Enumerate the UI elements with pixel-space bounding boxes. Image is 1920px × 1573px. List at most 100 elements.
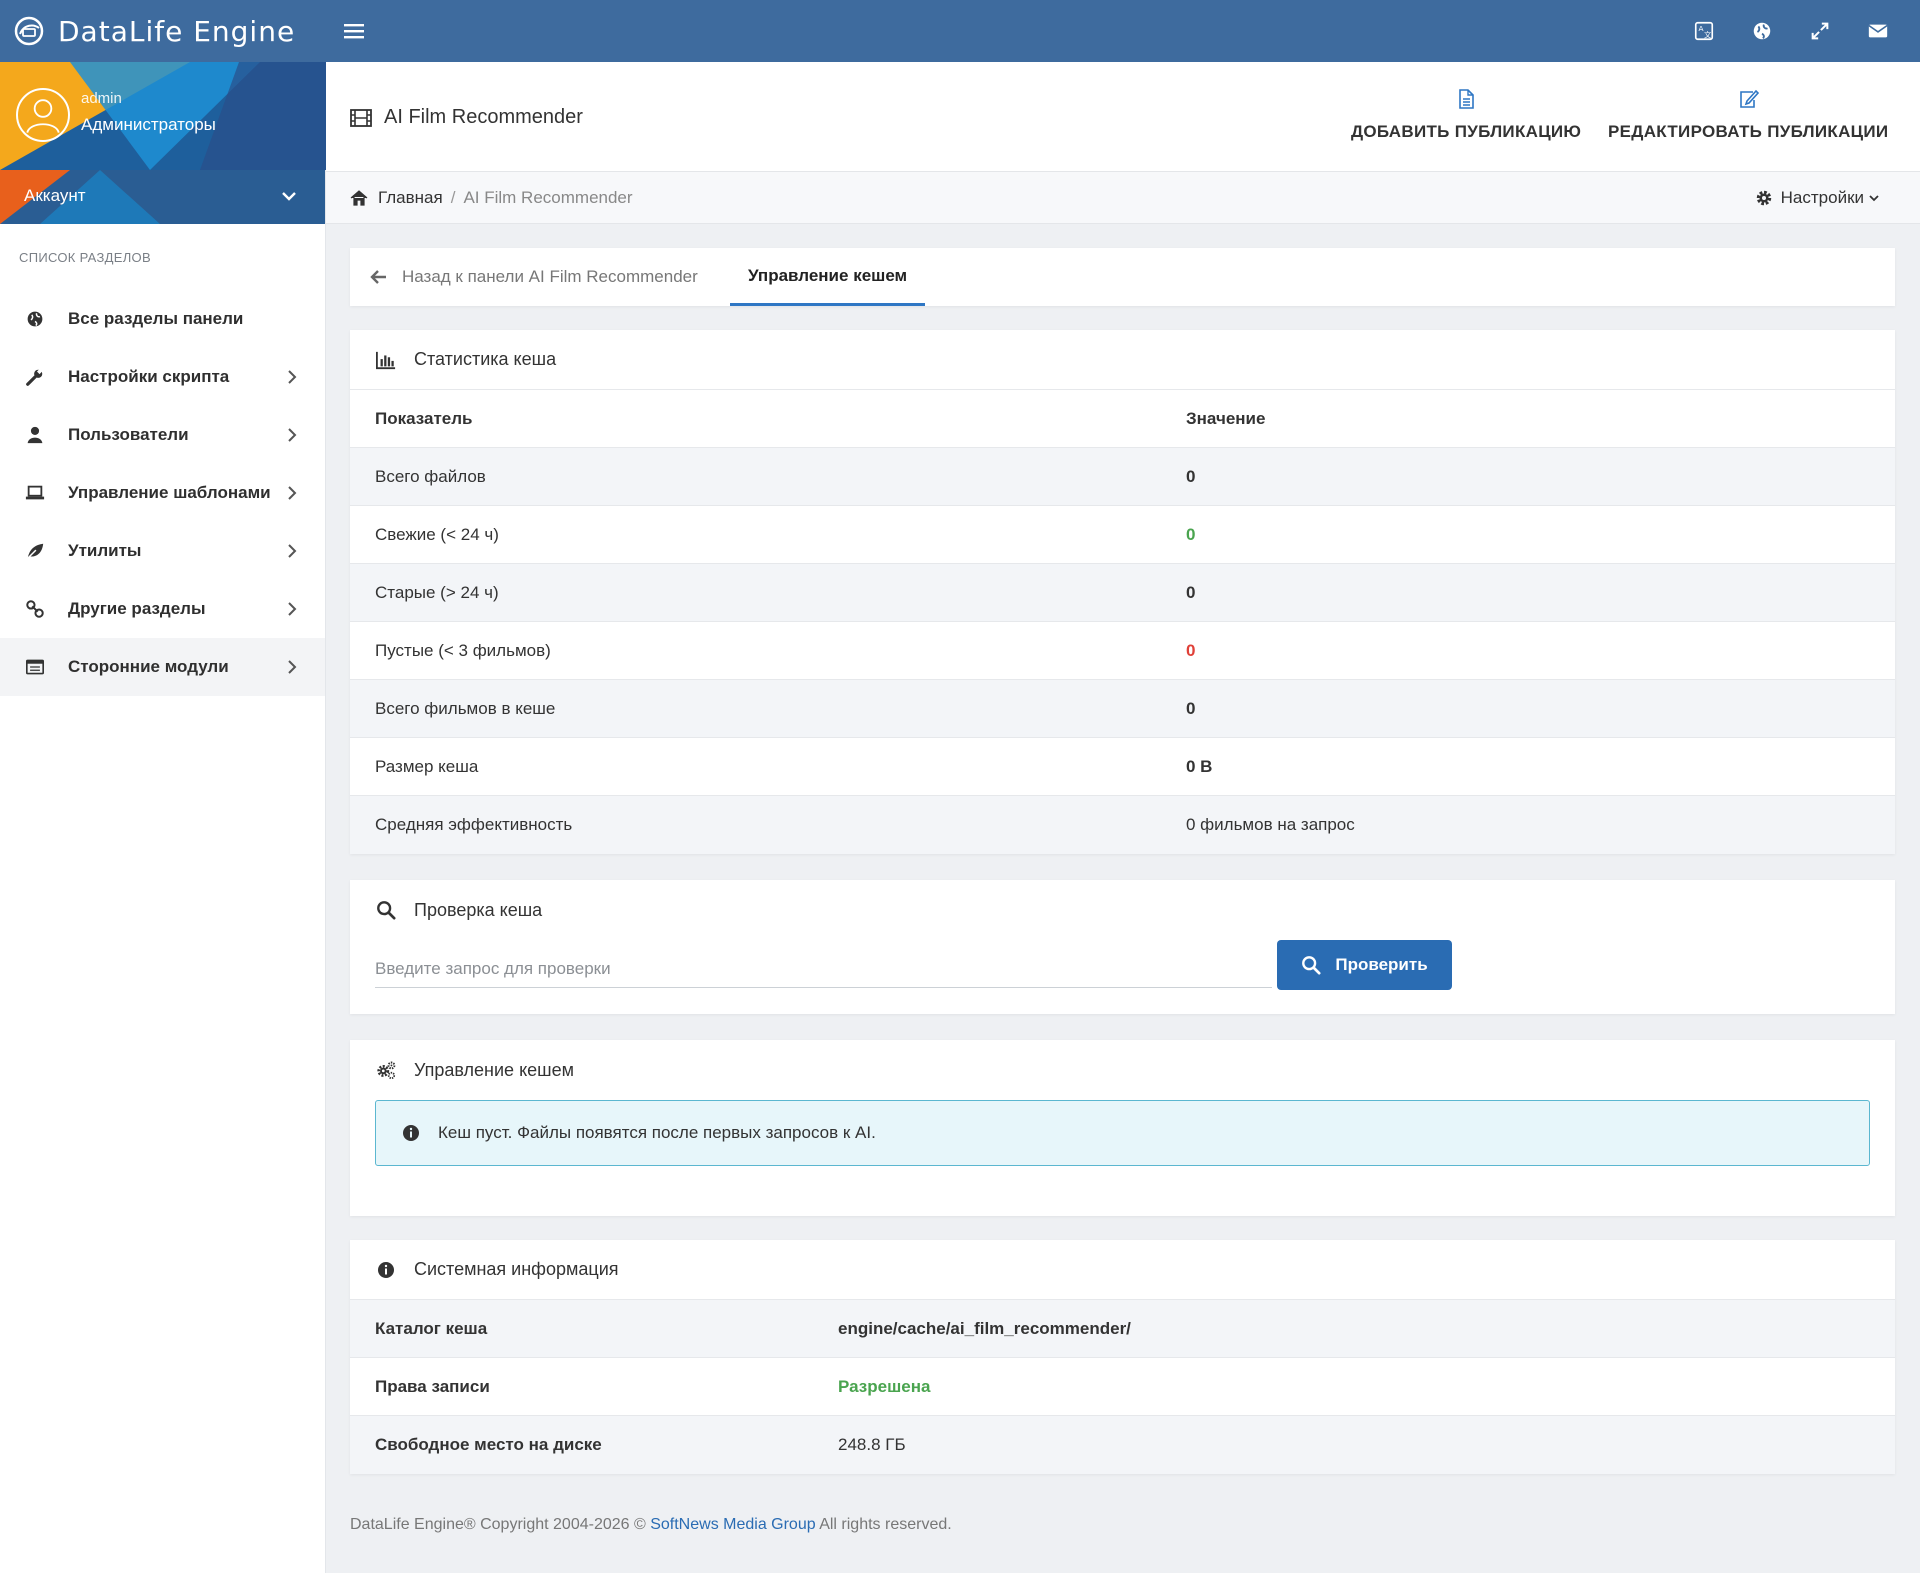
brand[interactable]: DataLife Engine — [14, 0, 324, 62]
cache-management-panel: Управление кешем Кеш пуст. Файлы появятс… — [350, 1040, 1895, 1216]
sidebar-item-script-settings[interactable]: Настройки скрипта — [0, 348, 325, 406]
info-icon — [374, 1259, 398, 1281]
sidebar-item-label: Утилиты — [68, 541, 142, 560]
row-label: Средняя эффективность — [375, 815, 573, 834]
avatar[interactable] — [16, 88, 70, 142]
settings-label: Настройки — [1780, 188, 1864, 207]
table-row: Права записи Разрешена — [350, 1358, 1895, 1416]
column-header-indicator: Показатель — [375, 409, 473, 428]
panel-header: Проверка кеша — [350, 880, 1895, 940]
envelope-icon[interactable] — [1866, 19, 1890, 43]
breadcrumb: Главная / AI Film Recommender — [350, 188, 633, 208]
sidebar-item-label: Другие разделы — [68, 599, 206, 618]
row-value: 0 — [1186, 525, 1196, 544]
row-label: Всего файлов — [375, 467, 486, 486]
row-value: Разрешена — [838, 1377, 931, 1396]
sidebar-item-utilities[interactable]: Утилиты — [0, 522, 325, 580]
row-value: 0 фильмов на запрос — [1186, 815, 1355, 834]
laptop-icon — [24, 482, 46, 504]
cache-check-panel: Проверка кеша Проверить — [350, 880, 1895, 1014]
brand-name: DataLife Engine — [58, 14, 296, 48]
table-row: Размер кеша 0 B — [350, 738, 1895, 796]
check-button[interactable]: Проверить — [1277, 940, 1452, 990]
page-title-text: AI Film Recommender — [384, 106, 583, 128]
sidebar-item-third-party-modules[interactable]: Сторонние модули — [0, 638, 325, 696]
row-value: 0 — [1186, 467, 1196, 486]
search-icon — [1302, 956, 1321, 975]
user-profile: admin Администраторы — [0, 62, 326, 170]
gear-icon — [1756, 190, 1771, 206]
row-label: Свежие (< 24 ч) — [375, 525, 499, 544]
settings-dropdown[interactable]: Настройки — [1755, 188, 1880, 208]
table-row: Свежие (< 24 ч) 0 — [350, 506, 1895, 564]
top-bar: DataLife Engine A文 — [0, 0, 1920, 62]
panel-title: Статистика кеша — [414, 349, 557, 369]
page-title: AI Film Recommender — [350, 106, 583, 129]
row-label: Размер кеша — [375, 757, 479, 776]
menu-toggle-icon[interactable] — [342, 19, 366, 43]
info-alert: Кеш пуст. Файлы появятся после первых за… — [375, 1100, 1870, 1166]
table-row: Всего фильмов в кеше 0 — [350, 680, 1895, 738]
chevron-right-icon — [288, 428, 297, 442]
edit-icon — [1740, 89, 1760, 108]
tabs: Назад к панели AI Film Recommender Управ… — [350, 248, 1895, 306]
logo-icon — [14, 16, 44, 46]
tab-cache-management[interactable]: Управление кешем — [730, 248, 926, 306]
row-label: Пустые (< 3 фильмов) — [375, 641, 551, 660]
add-publication-button[interactable]: ДОБАВИТЬ ПУБЛИКАЦИЮ — [1351, 88, 1581, 142]
sidebar: admin Администраторы Аккаунт Список разд… — [0, 62, 326, 1573]
cache-query-input[interactable] — [375, 950, 1272, 988]
breadcrumb-bar: Главная / AI Film Recommender Настройки — [326, 172, 1920, 224]
link-icon — [24, 598, 46, 620]
tab-current-label: Управление кешем — [748, 265, 908, 285]
row-label: Старые (> 24 ч) — [375, 583, 499, 602]
sidebar-item-other-sections[interactable]: Другие разделы — [0, 580, 325, 638]
wrench-icon — [24, 366, 46, 388]
sidebar-item-label: Управление шаблонами — [68, 483, 271, 502]
bar-chart-icon — [374, 349, 398, 371]
row-value: 0 B — [1186, 757, 1213, 776]
breadcrumb-current: AI Film Recommender — [463, 188, 633, 207]
tab-back[interactable]: Назад к панели AI Film Recommender — [370, 248, 698, 306]
table-row: Всего файлов 0 — [350, 448, 1895, 506]
user-name: admin — [81, 90, 122, 107]
row-value: 0 — [1186, 699, 1196, 718]
sidebar-item-label: Сторонние модули — [68, 657, 229, 676]
sidebar-item-all-sections[interactable]: Все разделы панели — [0, 290, 325, 348]
table-row: Пустые (< 3 фильмов) 0 — [350, 622, 1895, 680]
language-icon[interactable]: A文 — [1692, 19, 1716, 43]
row-label: Всего фильмов в кеше — [375, 699, 556, 718]
table-header: Показатель Значение — [350, 390, 1895, 448]
search-icon — [374, 899, 398, 921]
footer-copyright: DataLife Engine® Copyright 2004-2026 © — [350, 1516, 646, 1533]
chevron-right-icon — [288, 370, 297, 384]
footer-rights: All rights reserved. — [819, 1516, 952, 1533]
list-icon — [24, 656, 46, 678]
sidebar-item-templates[interactable]: Управление шаблонами — [0, 464, 325, 522]
edit-publications-button[interactable]: РЕДАКТИРОВАТЬ ПУБЛИКАЦИИ — [1608, 88, 1888, 142]
system-info-panel: Системная информация Каталог кеша engine… — [350, 1240, 1895, 1474]
panel-header: Статистика кеша — [350, 330, 1895, 390]
svg-text:文: 文 — [1704, 30, 1712, 39]
footer-link[interactable]: SoftNews Media Group — [650, 1516, 815, 1533]
row-value: engine/cache/ai_film_recommender/ — [838, 1319, 1131, 1338]
chevron-right-icon — [288, 544, 297, 558]
globe-icon[interactable] — [1750, 19, 1774, 43]
arrow-left-icon — [370, 270, 386, 284]
chevron-down-icon — [1869, 195, 1879, 202]
panel-header: Управление кешем — [350, 1040, 1895, 1100]
row-label: Права записи — [375, 1377, 490, 1396]
breadcrumb-home[interactable]: Главная — [378, 188, 443, 208]
add-publication-label: ДОБАВИТЬ ПУБЛИКАЦИЮ — [1351, 122, 1582, 141]
home-icon — [350, 190, 368, 206]
panel-title: Проверка кеша — [414, 899, 543, 920]
sidebar-item-users[interactable]: Пользователи — [0, 406, 325, 464]
sidebar-item-label: Пользователи — [68, 425, 189, 444]
table-row: Свободное место на диске 248.8 ГБ — [350, 1416, 1895, 1474]
row-value: 0 — [1186, 583, 1196, 602]
fullscreen-icon[interactable] — [1808, 19, 1832, 43]
account-dropdown[interactable]: Аккаунт — [0, 170, 325, 224]
section-title: Список разделов — [19, 250, 151, 265]
sidebar-item-label: Настройки скрипта — [68, 367, 230, 386]
chevron-right-icon — [288, 660, 297, 674]
